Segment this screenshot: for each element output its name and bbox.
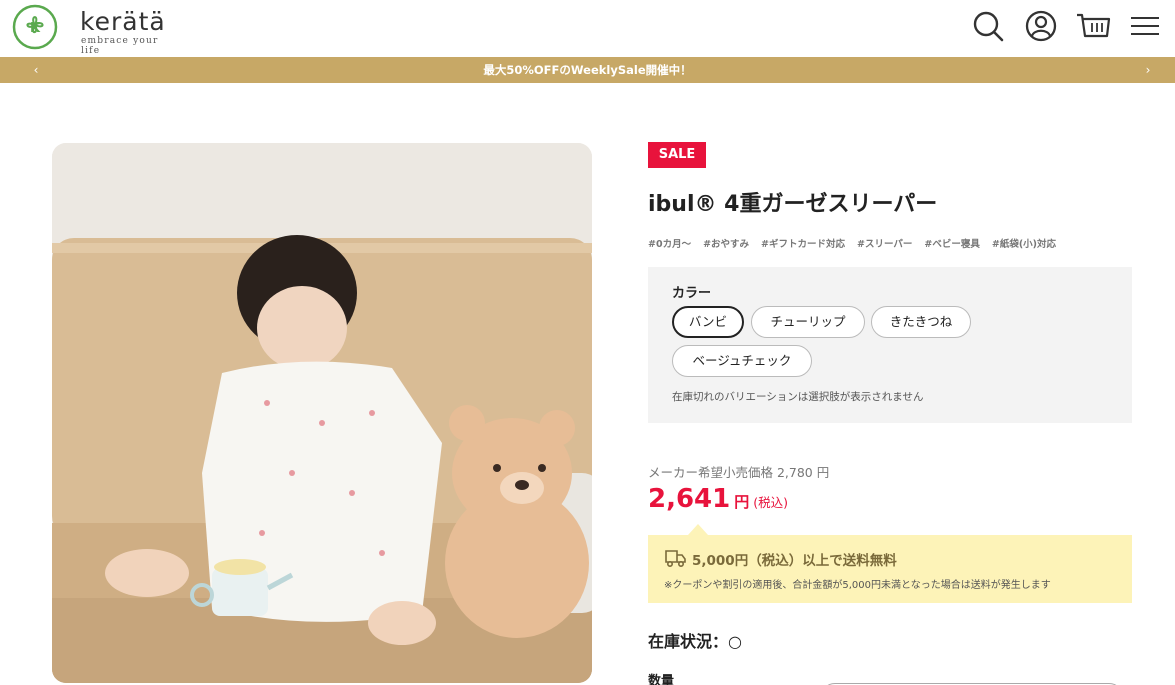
truck-icon bbox=[665, 550, 686, 568]
variant-label: カラー bbox=[672, 286, 712, 301]
cart-icon[interactable] bbox=[1075, 8, 1111, 44]
stock-status: 在庫状況：○ bbox=[648, 628, 742, 652]
tag-link[interactable]: #スリーパー bbox=[857, 236, 912, 250]
sale-badge: SALE bbox=[648, 142, 706, 168]
price-tax-label: (税込) bbox=[753, 495, 789, 510]
stock-label: 在庫状況： bbox=[648, 632, 729, 651]
shipping-threshold: 5,000円（税込）以上で送料無料 bbox=[692, 553, 897, 569]
tag-link[interactable]: #ベビー寝具 bbox=[924, 236, 979, 250]
tag-link[interactable]: #0カ月〜 bbox=[648, 236, 691, 250]
site-header: K kerätä embrace your life bbox=[0, 0, 1175, 57]
msrp-price: メーカー希望小売価格 2,780 円 bbox=[648, 465, 830, 480]
search-icon[interactable] bbox=[970, 8, 1006, 44]
svg-text:K: K bbox=[30, 21, 41, 36]
sale-price: 2,641 円 (税込) bbox=[648, 484, 788, 514]
announcement-bar: ‹ 最大50%OFFのWeeklySale開催中！ › bbox=[0, 57, 1175, 83]
variant-note: 在庫切れのバリエーションは選択肢が表示されません bbox=[672, 391, 924, 403]
logo-wordmark: kerätä bbox=[80, 7, 166, 36]
tag-link[interactable]: #ギフトカード対応 bbox=[761, 236, 845, 250]
color-option-fox[interactable]: きたきつね bbox=[871, 306, 971, 338]
quantity-label: 数量 bbox=[648, 674, 675, 685]
clover-logo-icon: K bbox=[12, 4, 58, 50]
kerata-logo[interactable]: K kerätä embrace your life bbox=[12, 3, 172, 56]
free-shipping-notice: 5,000円（税込）以上で送料無料 ※クーポンや割引の適用後、合計金額が5,00… bbox=[648, 535, 1132, 603]
shipping-note: ※クーポンや割引の適用後、合計金額が5,000円未満となった場合は送料が発生しま… bbox=[664, 580, 1051, 591]
tag-link[interactable]: #紙袋(小)対応 bbox=[992, 236, 1056, 250]
product-image[interactable] bbox=[52, 143, 592, 683]
announcement-text[interactable]: 最大50%OFFのWeeklySale開催中！ bbox=[0, 62, 1175, 78]
color-option-bambi[interactable]: バンビ bbox=[672, 306, 744, 338]
stock-value: ○ bbox=[728, 632, 742, 651]
account-icon[interactable] bbox=[1023, 8, 1059, 44]
price-value: 2,641 bbox=[648, 484, 731, 514]
announcement-next-arrow[interactable]: › bbox=[1139, 61, 1157, 79]
menu-icon[interactable] bbox=[1127, 8, 1163, 44]
color-option-tulip[interactable]: チューリップ bbox=[751, 306, 865, 338]
product-tags: #0カ月〜 #おやすみ #ギフトカード対応 #スリーパー #ベビー寝具 #紙袋(… bbox=[648, 236, 1056, 250]
color-option-beige-check[interactable]: ベージュチェック bbox=[672, 345, 812, 377]
variant-selector: カラー バンビ チューリップ きたきつね ベージュチェック 在庫切れのバリエーシ… bbox=[648, 267, 1132, 423]
logo-tagline: embrace your life bbox=[81, 36, 159, 56]
tag-link[interactable]: #おやすみ bbox=[703, 236, 749, 250]
price-unit: 円 bbox=[734, 493, 750, 511]
shipping-pointer bbox=[688, 524, 708, 535]
product-title: ibul® 4重ガーゼスリーパー bbox=[648, 192, 938, 217]
